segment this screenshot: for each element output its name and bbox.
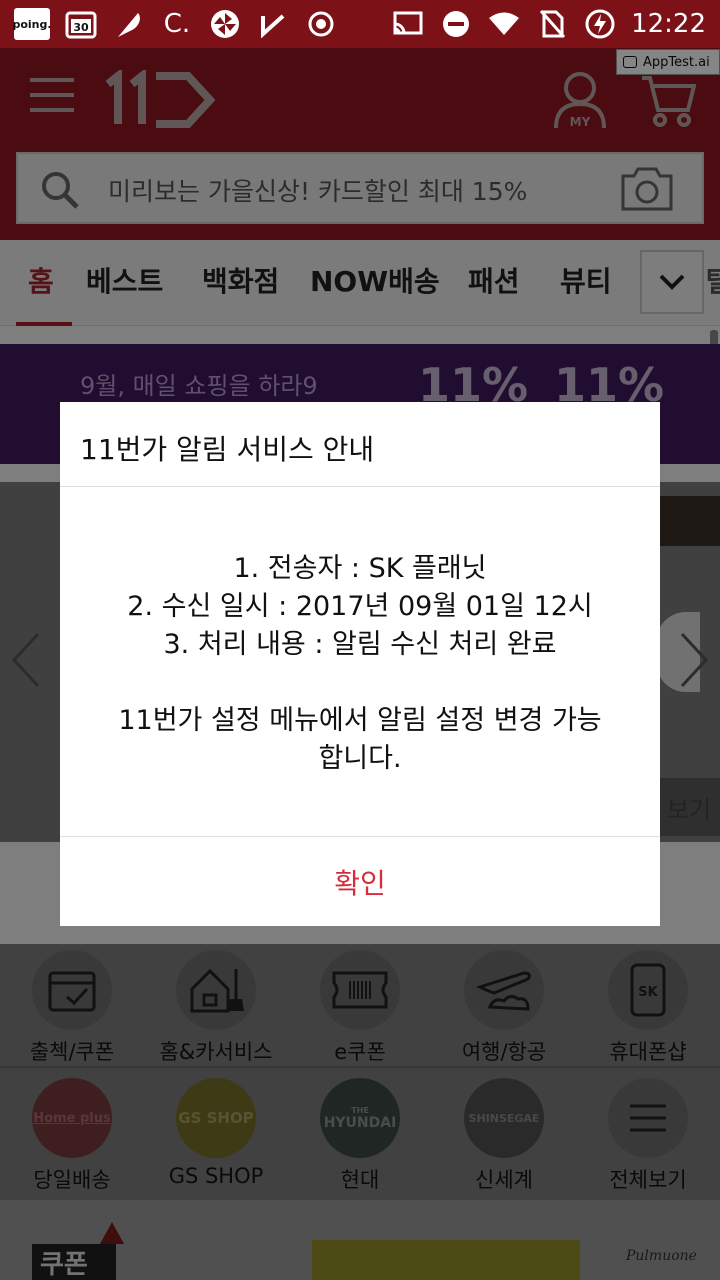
system-icons: 12:22 <box>391 8 706 40</box>
feather-icon <box>112 8 146 40</box>
poing-app-icon: poing. <box>12 8 52 40</box>
dialog-divider <box>60 486 660 487</box>
dialog-line-settings-note: 11번가 설정 메뉴에서 알림 설정 변경 가능 <box>118 705 602 736</box>
c-app-icon: C. <box>163 9 191 39</box>
dialog-title: 11번가 알림 서비스 안내 <box>80 433 375 466</box>
wifi-icon <box>487 8 521 40</box>
dialog-line-process-result: 3. 처리 내용 : 알림 수신 처리 완료 <box>163 629 557 660</box>
calendar-day-text: 30 <box>73 21 89 34</box>
dialog-line-sender: 1. 전송자 : SK 플래닛 <box>233 553 487 584</box>
cast-icon <box>391 8 425 40</box>
no-sim-icon <box>535 8 569 40</box>
dialog-line-received-time: 2. 수신 일시 : 2017년 09월 01일 12시 <box>127 591 593 622</box>
confirm-button[interactable]: 확인 <box>60 838 660 926</box>
dialog-body: 1. 전송자 : SK 플래닛 2. 수신 일시 : 2017년 09월 01일… <box>60 550 660 778</box>
record-icon <box>304 8 338 40</box>
status-time: 12:22 <box>631 9 706 39</box>
notification-dialog: 11번가 알림 서비스 안내 1. 전송자 : SK 플래닛 2. 수신 일시 … <box>60 402 660 926</box>
dialog-spacer <box>60 664 660 702</box>
dialog-divider <box>60 836 660 837</box>
calendar-icon: 30 <box>64 8 98 40</box>
notification-icons: poing. 30 C. <box>12 8 338 40</box>
checkmark-icon <box>256 8 290 40</box>
dialog-line-settings-note-end: 합니다. <box>318 743 402 774</box>
do-not-disturb-icon <box>439 8 473 40</box>
pinwheel-icon <box>208 8 242 40</box>
screen: poing. 30 C. 12:22 AppTest.ai MY 미리보는 가을… <box>0 0 720 1280</box>
status-bar: poing. 30 C. 12:22 <box>0 0 720 48</box>
battery-charging-icon <box>583 8 617 40</box>
